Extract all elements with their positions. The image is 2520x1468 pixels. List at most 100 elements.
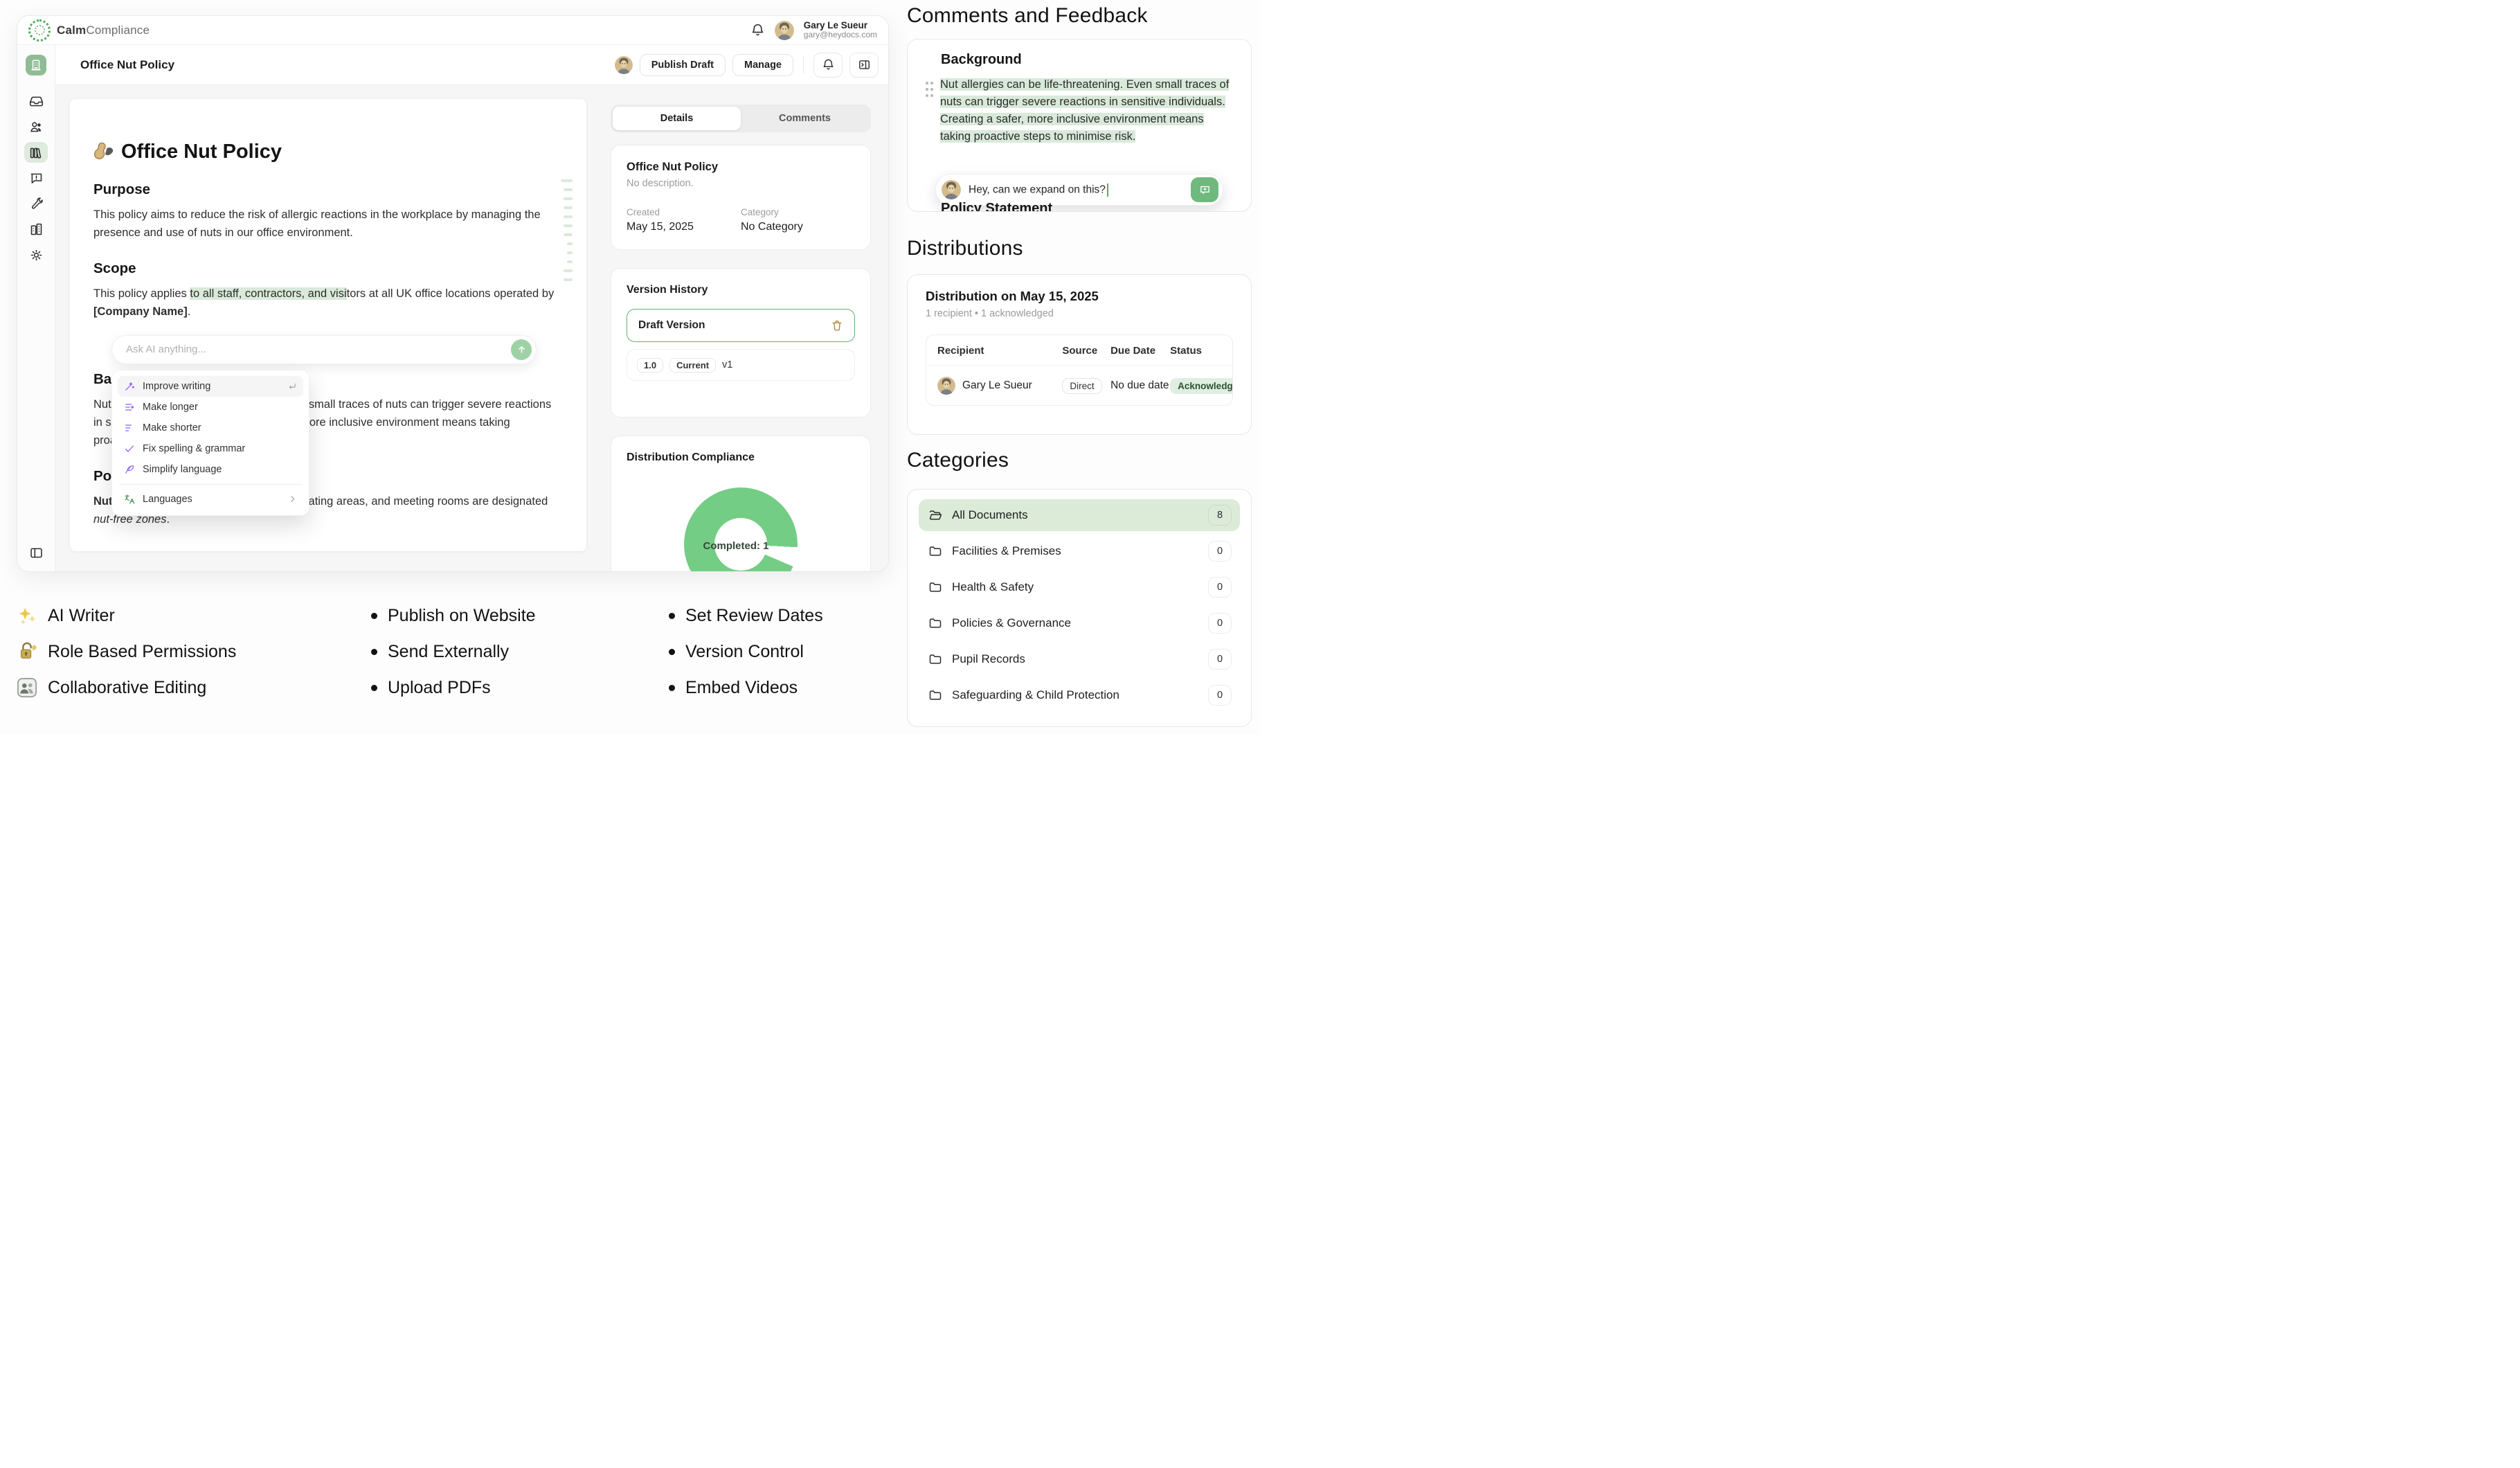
table-row[interactable]: Gary Le Sueur Direct No due date Acknowl…: [926, 366, 1232, 405]
submit-comment-button[interactable]: [1191, 177, 1218, 202]
user-identity[interactable]: Gary Le Sueur gary@heydocs.com: [804, 20, 877, 40]
category-all-documents[interactable]: All Documents 8: [919, 499, 1240, 531]
document-page[interactable]: Office Nut Policy Purpose This policy ai…: [70, 99, 586, 551]
feature-collaborative-editing: Collaborative Editing: [17, 676, 236, 699]
toggle-right-panel-icon[interactable]: [849, 53, 879, 78]
folder-icon: [928, 580, 942, 594]
user-avatar[interactable]: [775, 21, 794, 40]
col-recipient: Recipient: [937, 345, 1062, 357]
recipients-table: Recipient Source Due Date Status Gary Le…: [926, 334, 1233, 406]
feature-upload-pdfs: Upload PDFs: [371, 676, 536, 699]
ask-ai-submit-arrow-icon[interactable]: [511, 339, 532, 360]
sparkles-icon: [17, 605, 37, 626]
ask-ai-input[interactable]: Ask AI anything...: [111, 335, 537, 364]
drag-handle-icon[interactable]: [926, 76, 933, 98]
category-count-badge: 8: [1208, 505, 1232, 526]
category-count-badge: 0: [1208, 577, 1232, 598]
bullet-icon: [669, 649, 675, 655]
categories-card: All Documents 8 Facilities & Premises 0 …: [907, 489, 1252, 727]
feature-set-review-dates: Set Review Dates: [669, 604, 823, 627]
sidebar-item-feedback[interactable]: [24, 168, 48, 188]
publish-draft-button[interactable]: Publish Draft: [640, 54, 726, 76]
comment-input-text[interactable]: Hey, can we expand on this?: [969, 184, 1108, 197]
feature-embed-videos: Embed Videos: [669, 676, 823, 699]
document-toolbar: Office Nut Policy Publish Draft Manage: [55, 45, 888, 85]
notifications-bell-icon[interactable]: [750, 23, 765, 37]
tab-details[interactable]: Details: [613, 107, 741, 130]
brand-logo-icon: [28, 19, 51, 42]
distribution-card: Distribution on May 15, 2025 1 recipient…: [907, 274, 1252, 435]
details-doc-title: Office Nut Policy: [627, 161, 855, 174]
folder-open-icon: [928, 508, 942, 522]
menu-item-make-longer[interactable]: Make longer: [118, 397, 303, 418]
trash-icon[interactable]: [831, 319, 843, 332]
window-content: Office Nut Policy Purpose This policy ai…: [55, 85, 888, 571]
version-number-pill: 1.0: [637, 358, 663, 373]
bullet-icon: [371, 649, 377, 655]
commenter-avatar: [942, 180, 961, 199]
document-outline-minimap[interactable]: [561, 179, 573, 281]
draft-version-row[interactable]: Draft Version: [627, 309, 855, 342]
feature-publish-on-website: Publish on Website: [371, 604, 536, 627]
comments-section-heading: Comments and Feedback: [907, 4, 1148, 28]
menu-item-languages[interactable]: Languages: [118, 489, 303, 510]
due-date-value: No due date: [1110, 379, 1170, 392]
category-health-safety[interactable]: Health & Safety 0: [919, 571, 1240, 603]
document-notifications-bell-icon[interactable]: [813, 53, 843, 78]
created-value: May 15, 2025: [627, 221, 741, 233]
compliance-donut-chart[interactable]: Completed: 1: [684, 487, 798, 571]
bullet-icon: [669, 613, 675, 619]
document-title-toolbar: Office Nut Policy: [80, 58, 174, 72]
version-history-card: Version History Draft Version 1.0 Curren…: [611, 268, 871, 418]
app-sidebar: [17, 45, 55, 571]
translate-icon: [124, 494, 135, 505]
menu-item-fix-spelling[interactable]: Fix spelling & grammar: [118, 438, 303, 459]
category-safeguarding[interactable]: Safeguarding & Child Protection 0: [919, 679, 1240, 711]
menu-item-make-shorter[interactable]: Make shorter: [118, 418, 303, 438]
collapse-sidebar-icon[interactable]: [24, 542, 48, 563]
tab-comments[interactable]: Comments: [741, 107, 869, 130]
menu-item-simplify-language[interactable]: Simplify language: [118, 459, 303, 480]
ai-actions-menu: Improve writing Make longer Make shorter: [111, 370, 309, 516]
category-facilities-premises[interactable]: Facilities & Premises 0: [919, 535, 1240, 567]
feature-ai-writer: AI Writer: [17, 604, 236, 627]
comment-plus-icon: [1199, 184, 1211, 196]
feather-icon: [124, 464, 135, 475]
folder-icon: [928, 652, 942, 666]
bullet-icon: [669, 685, 675, 691]
collaborator-avatar[interactable]: [615, 56, 633, 74]
bullet-icon: [371, 613, 377, 619]
sidebar-item-inbox[interactable]: [24, 91, 48, 111]
menu-item-improve-writing[interactable]: Improve writing: [118, 376, 303, 397]
brand-logo[interactable]: CalmCompliance: [28, 19, 150, 42]
ask-ai-placeholder: Ask AI anything...: [126, 343, 206, 355]
sidebar-item-members[interactable]: [24, 116, 48, 137]
folder-icon: [928, 544, 942, 558]
highlighted-paragraph: Nut allergies can be life-threatening. E…: [940, 76, 1233, 145]
category-count-badge: 0: [1208, 613, 1232, 634]
features-column-1: AI Writer Role Based Permissions Collabo…: [17, 604, 236, 712]
distribution-compliance-heading: Distribution Compliance: [627, 451, 855, 464]
category-count-badge: 0: [1208, 541, 1232, 562]
col-status: Status: [1170, 345, 1221, 357]
sidebar-item-organisation[interactable]: [24, 219, 48, 240]
sidebar-item-settings-gear-icon[interactable]: [24, 244, 48, 265]
people-icon: [17, 677, 37, 698]
folder-icon: [928, 616, 942, 630]
page: CalmCompliance Gary Le Sueur gary@heydoc…: [0, 0, 1260, 734]
table-header-row: Recipient Source Due Date Status: [926, 335, 1232, 366]
feature-role-based-permissions: Role Based Permissions: [17, 640, 236, 663]
created-label: Created: [627, 207, 741, 217]
sidebar-item-tools[interactable]: [24, 193, 48, 214]
sidebar-item-library[interactable]: [24, 142, 48, 163]
version-row[interactable]: 1.0 Current v1: [627, 349, 855, 381]
distributions-section-heading: Distributions: [907, 237, 1023, 260]
distribution-title: Distribution on May 15, 2025: [926, 289, 1233, 304]
panel-tabs: Details Comments: [611, 105, 871, 132]
workspace-building-icon[interactable]: [26, 55, 46, 75]
category-pupil-records[interactable]: Pupil Records 0: [919, 643, 1240, 675]
chevron-right-icon: [288, 494, 297, 503]
manage-button[interactable]: Manage: [732, 54, 793, 76]
category-label: Category: [741, 207, 855, 217]
category-policies-governance[interactable]: Policies & Governance 0: [919, 607, 1240, 639]
